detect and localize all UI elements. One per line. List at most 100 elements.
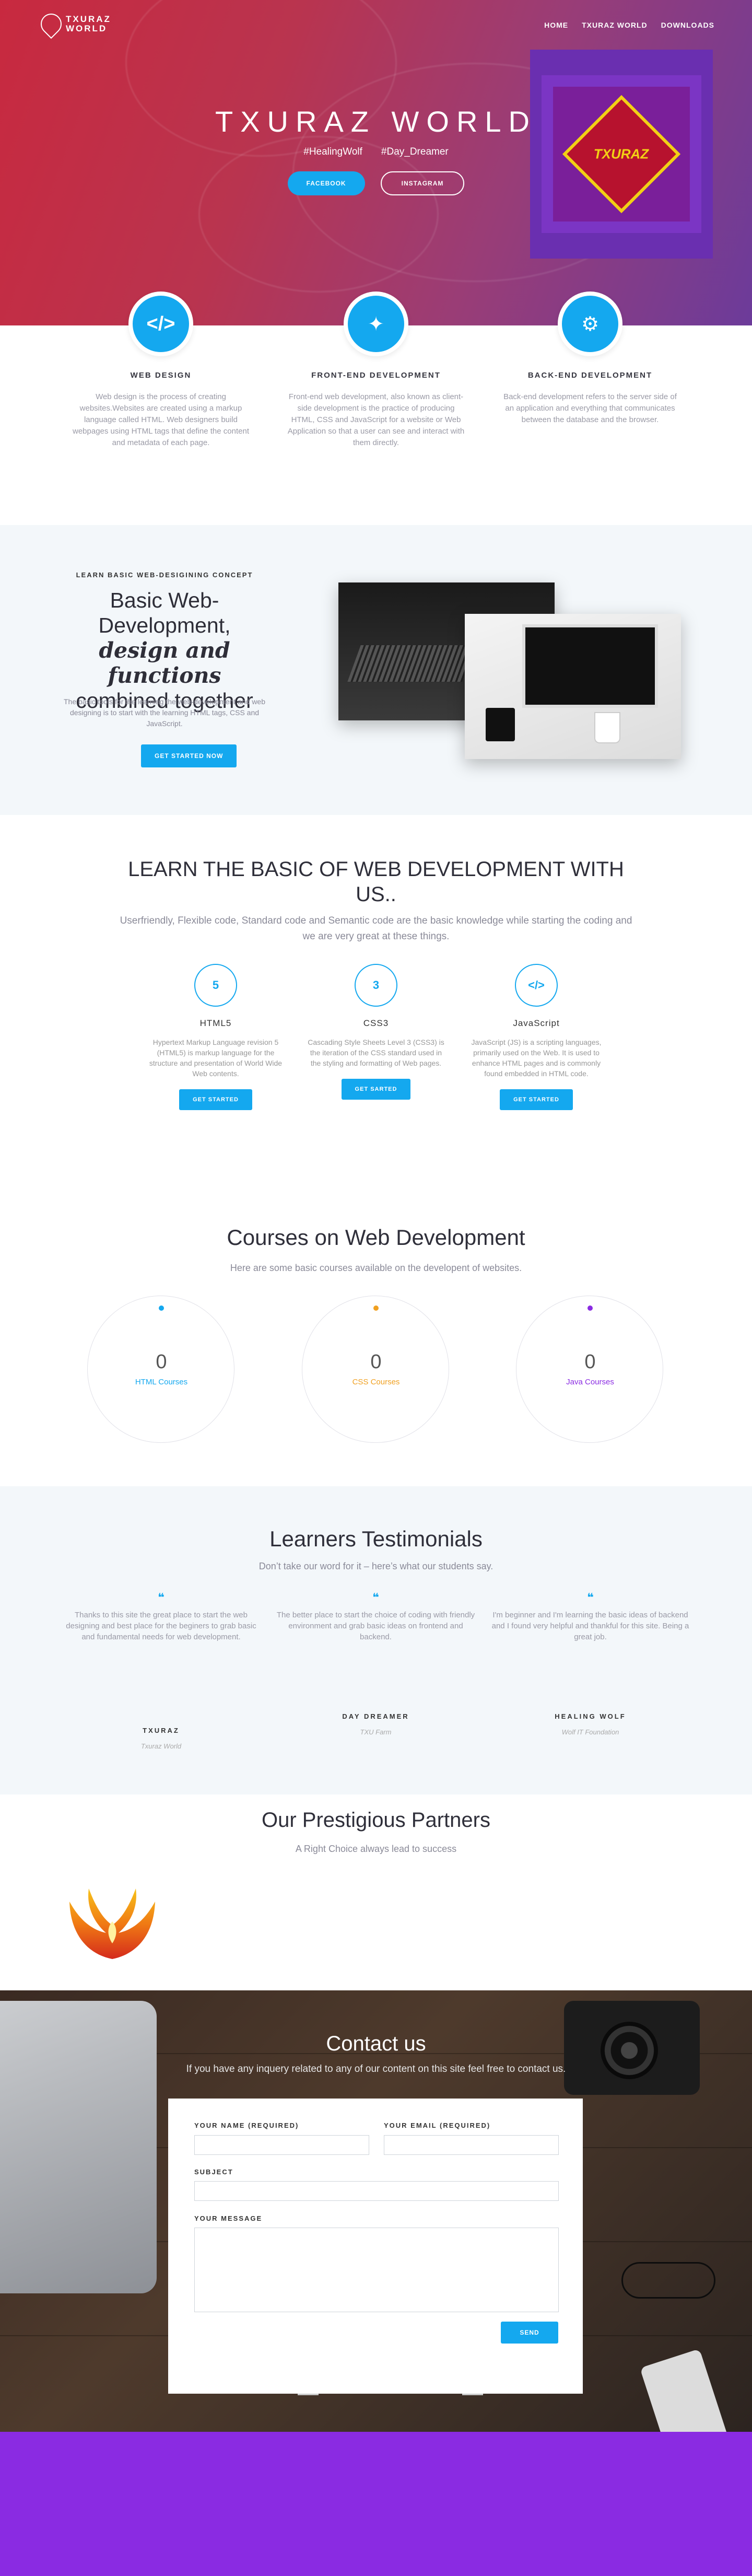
course-count: 0	[584, 1351, 596, 1373]
testimonials-subtitle: Don’t take our word for it – here’s what…	[258, 1561, 494, 1571]
css3-icon: 3	[355, 964, 397, 1007]
service-css3: 3 CSS3 Cascading Style Sheets Level 3 (C…	[295, 964, 457, 1100]
nav-home[interactable]: HOME	[544, 21, 568, 29]
partners-title: Our Prestigious Partners	[262, 1809, 490, 1832]
hero-tag: #Day_Dreamer	[381, 146, 449, 157]
footer	[0, 2432, 752, 2576]
service-text: Hypertext Markup Language revision 5 (HT…	[149, 1038, 283, 1078]
gears-icon: ⚙	[558, 292, 622, 356]
testimonial-card: ❝ I'm beginner and I'm learning the basi…	[490, 1591, 691, 1642]
course-css: 0 CSS Courses	[302, 1296, 449, 1443]
badge-text: TXURAZ	[594, 146, 649, 162]
status-dot	[588, 1306, 593, 1311]
course-html: 0 HTML Courses	[87, 1296, 234, 1443]
brand-logo[interactable]: TXURAZ WORLD	[36, 9, 111, 39]
service-title: CSS3	[363, 1018, 389, 1028]
feature-title: WEB DESIGN	[130, 371, 192, 380]
css3-get-started-button[interactable]: GET SARTED	[341, 1079, 411, 1100]
name-field[interactable]	[194, 2135, 369, 2155]
contact-subtitle: If you have any inquery related to any o…	[186, 2064, 566, 2074]
feature-text: Front-end web development, also known as…	[287, 392, 465, 447]
service-html5: 5 HTML5 Hypertext Markup Language revisi…	[135, 964, 297, 1110]
learn-heading-emphasis: design and functions	[99, 638, 230, 688]
service-text: JavaScript (JS) is a scripting languages…	[471, 1038, 602, 1078]
feature-back-end: ⚙ BACK-END DEVELOPMENT Back-end developm…	[491, 292, 689, 426]
service-title: JavaScript	[513, 1018, 560, 1028]
subject-field[interactable]	[194, 2181, 559, 2201]
testimonial-role: Txuraz World	[140, 1742, 182, 1750]
course-java: 0 Java Courses	[516, 1296, 663, 1443]
email-label: YOUR EMAIL (REQUIRED)	[384, 2122, 491, 2129]
hero-tag: #HealingWolf	[303, 146, 362, 157]
brand-name-line1: TXURAZ	[66, 14, 111, 24]
quote-icon: ❝	[158, 1591, 164, 1604]
smoke-decoration	[198, 136, 439, 293]
nav-txuraz-world[interactable]: TXURAZ WORLD	[582, 21, 648, 29]
cup-image	[595, 713, 619, 742]
status-dot	[373, 1306, 379, 1311]
course-label: HTML Courses	[135, 1378, 188, 1386]
testimonial-role: TXU Farm	[360, 1728, 392, 1736]
testimonial-card: ❝ The better place to start the choice o…	[275, 1591, 476, 1642]
course-label: Java Courses	[566, 1378, 614, 1386]
contact-form: YOUR NAME (REQUIRED) YOUR EMAIL (REQUIRE…	[168, 2099, 583, 2394]
testimonial-author: HEALING WOLF	[555, 1712, 626, 1720]
hero-logo-badge: TXURAZ	[530, 50, 713, 259]
instagram-button[interactable]: INSTAGRAM	[380, 171, 465, 195]
email-field[interactable]	[384, 2135, 559, 2155]
partners-subtitle: A Right Choice always lead to success	[295, 1844, 457, 1854]
course-count: 0	[370, 1351, 382, 1373]
testimonial-text: Thanks to this site the great place to s…	[66, 1611, 256, 1641]
wolf-logo-icon	[36, 9, 66, 39]
testimonial-author: TXURAZ	[143, 1727, 180, 1734]
contact-title: Contact us	[326, 2032, 426, 2055]
facebook-button[interactable]: FACEBOOK	[287, 171, 365, 195]
learn-kicker: LEARN BASIC WEB-DESIGINING CONCEPT	[76, 571, 253, 579]
brand-name-line2: WORLD	[66, 24, 108, 33]
pen-holder-image	[486, 708, 515, 741]
message-textarea[interactable]	[194, 2228, 559, 2312]
testimonial-card: ❝ Thanks to this site the great place to…	[61, 1591, 262, 1642]
name-label: YOUR NAME (REQUIRED)	[194, 2122, 299, 2129]
hero-section: TXURAZ WORLD HOME TXURAZ WORLD DOWNLOADS…	[0, 0, 752, 325]
get-started-now-button[interactable]: GET STARTED NOW	[141, 744, 237, 767]
phoenix-partner-logo[interactable]	[65, 1881, 159, 1969]
status-dot	[159, 1306, 164, 1311]
glasses-image	[621, 2262, 715, 2299]
basics-title: LEARN THE BASIC OF WEB DEVELOPMENT WITH …	[128, 858, 624, 906]
monitor-image	[522, 624, 658, 708]
code-icon: </>	[128, 292, 193, 356]
feature-web-design: </> WEB DESIGN Web design is the process…	[62, 292, 260, 449]
feature-text: Back-end development refers to the serve…	[503, 392, 677, 424]
learn-text: The basic tools for the learning the web…	[63, 697, 265, 728]
magic-wand-icon: ✦	[344, 292, 408, 356]
learn-heading: Basic Web- Development, design and funct…	[63, 588, 266, 713]
course-count: 0	[156, 1351, 167, 1373]
learn-section: LEARN BASIC WEB-DESIGINING CONCEPT Basic…	[0, 525, 752, 815]
hero-tags: #HealingWolf #Day_Dreamer	[209, 146, 543, 158]
testimonial-role: Wolf IT Foundation	[561, 1728, 619, 1736]
contact-section: Contact us If you have any inquery relat…	[0, 1990, 752, 2432]
subject-label: SUBJECT	[194, 2168, 233, 2176]
learn-heading-line: Basic Web-	[110, 588, 219, 612]
service-javascript: </> JavaScript JavaScript (JS) is a scri…	[455, 964, 617, 1110]
nav-downloads[interactable]: DOWNLOADS	[661, 21, 714, 29]
service-text: Cascading Style Sheets Level 3 (CSS3) is…	[308, 1038, 444, 1067]
message-label: YOUR MESSAGE	[194, 2214, 263, 2222]
testimonial-author: DAY DREAMER	[342, 1712, 409, 1720]
testimonials-title: Learners Testimonials	[269, 1526, 483, 1551]
feature-title: FRONT-END DEVELOPMENT	[311, 371, 441, 380]
testimonials-section: Learners Testimonials Don’t take our wor…	[0, 1486, 752, 1794]
quote-icon: ❝	[372, 1591, 379, 1604]
service-title: HTML5	[199, 1018, 232, 1028]
testimonial-text: The better place to start the choice of …	[276, 1611, 475, 1641]
diamond-logo-icon: TXURAZ	[562, 95, 681, 214]
phone-image	[640, 2348, 728, 2432]
course-label: CSS Courses	[352, 1378, 400, 1386]
html5-get-started-button[interactable]: GET STARTED	[179, 1089, 252, 1110]
feature-title: BACK-END DEVELOPMENT	[527, 371, 653, 380]
send-button[interactable]: SEND	[501, 2322, 558, 2344]
html5-icon: 5	[194, 964, 237, 1007]
top-nav: HOME TXURAZ WORLD DOWNLOADS	[544, 21, 714, 29]
javascript-get-started-button[interactable]: GET STARTED	[500, 1089, 573, 1110]
